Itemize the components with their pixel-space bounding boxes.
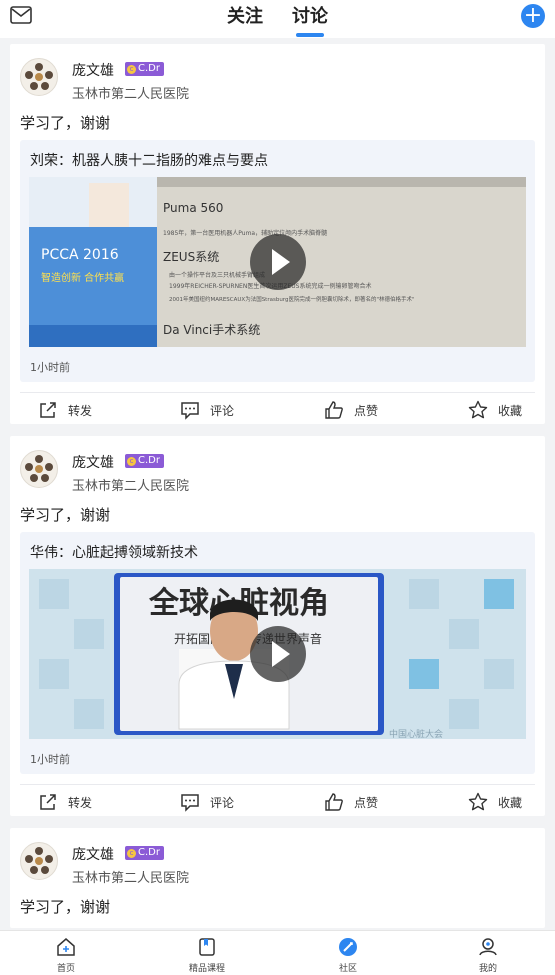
top-bar: 关注 讨论 +: [0, 0, 555, 38]
author-name[interactable]: 庞文雄: [72, 60, 114, 80]
profile-icon: [479, 938, 497, 956]
comment-icon: [181, 402, 199, 420]
share-icon: [40, 794, 56, 810]
author-name[interactable]: 庞文雄: [72, 844, 114, 864]
svg-text:ZEUS系统: ZEUS系统: [163, 250, 219, 264]
svg-text:由一个操作平台及三只机械手臂组成: 由一个操作平台及三只机械手臂组成: [169, 271, 265, 279]
bottom-nav: 首页 精品课程 社区 我的: [0, 930, 555, 975]
nav-community[interactable]: 社区: [308, 936, 388, 974]
star-icon: [468, 792, 488, 811]
play-icon[interactable]: [250, 626, 306, 682]
shared-video-card[interactable]: 刘荣：机器人胰十二指肠的难点与要点 PCCA 2016 智造创新 合作共赢 Pu…: [20, 140, 535, 382]
home-icon: [57, 938, 75, 956]
forward-button[interactable]: 转发: [38, 398, 92, 422]
avatar[interactable]: [20, 450, 58, 488]
post-time: 1小时前: [30, 753, 70, 766]
avatar[interactable]: [20, 58, 58, 96]
tab-follow[interactable]: 关注: [227, 2, 263, 28]
shared-video-card[interactable]: 华伟：心脏起搏领域新技术 全球心脏视角 开拓国际视野 传递世界声音: [20, 532, 535, 774]
favorite-button[interactable]: 收藏: [468, 398, 522, 422]
svg-text:Puma 560: Puma 560: [163, 201, 223, 215]
doctor-badge: c C.Dr: [125, 454, 164, 468]
post-card[interactable]: 庞文雄 c C.Dr 玉林市第二人民医院 学习了，谢谢 华伟：心脏起搏领域新技术 …: [10, 436, 545, 816]
favorite-button[interactable]: 收藏: [468, 790, 522, 814]
doctor-badge: c C.Dr: [125, 62, 164, 76]
nav-profile[interactable]: 我的: [448, 936, 528, 974]
course-icon: [199, 938, 215, 956]
coin-icon: c: [127, 457, 136, 466]
star-icon: [468, 400, 488, 419]
tab-bar: 关注 讨论: [0, 2, 555, 37]
divider: [20, 392, 535, 393]
author-hospital: 玉林市第二人民医院: [72, 479, 190, 494]
shared-title[interactable]: 华伟：心脏起搏领域新技术: [30, 542, 198, 562]
thumbs-up-icon: [325, 793, 343, 811]
community-icon: [339, 938, 357, 956]
coin-icon: c: [127, 65, 136, 74]
comment-icon: [181, 794, 199, 812]
post-time: 1小时前: [30, 361, 70, 374]
svg-text:1985年，第一台医用机器人Puma，辅助定位颅内手术脑脊髓: 1985年，第一台医用机器人Puma，辅助定位颅内手术脑脊髓: [163, 229, 327, 237]
nav-home[interactable]: 首页: [26, 936, 106, 974]
like-button[interactable]: 点赞: [324, 790, 378, 814]
post-text: 学习了，谢谢: [20, 898, 111, 916]
like-button[interactable]: 点赞: [324, 398, 378, 422]
video-thumbnail[interactable]: 全球心脏视角 开拓国际视野 传递世界声音 中国心脏大会: [29, 569, 526, 739]
svg-text:2001年美国纽约MARESCAUX为法国Strasburg: 2001年美国纽约MARESCAUX为法国Strasburg医院完成一例胆囊切除…: [169, 295, 415, 303]
shared-title[interactable]: 刘荣：机器人胰十二指肠的难点与要点: [30, 150, 268, 170]
post-card[interactable]: 庞文雄 c C.Dr 玉林市第二人民医院 学习了，谢谢: [10, 828, 545, 928]
post-text: 学习了，谢谢: [20, 114, 111, 132]
author-hospital: 玉林市第二人民医院: [72, 871, 190, 886]
share-icon: [40, 402, 56, 418]
svg-text:智造创新 合作共赢: 智造创新 合作共赢: [41, 271, 124, 284]
plus-icon[interactable]: +: [521, 4, 545, 28]
video-thumbnail[interactable]: PCCA 2016 智造创新 合作共赢 Puma 560 1985年，第一台医用…: [29, 177, 526, 347]
svg-text:Da Vinci手术系统: Da Vinci手术系统: [163, 323, 260, 337]
comment-button[interactable]: 评论: [180, 790, 234, 814]
coin-icon: c: [127, 849, 136, 858]
post-card[interactable]: 庞文雄 c C.Dr 玉林市第二人民医院 学习了，谢谢 刘荣：机器人胰十二指肠的难…: [10, 44, 545, 424]
action-bar: 转发 评论 点赞 收藏: [10, 790, 545, 814]
forward-button[interactable]: 转发: [38, 790, 92, 814]
svg-text:PCCA 2016: PCCA 2016: [41, 247, 119, 263]
nav-courses[interactable]: 精品课程: [167, 936, 247, 974]
author-hospital: 玉林市第二人民医院: [72, 87, 190, 102]
thumbs-up-icon: [325, 401, 343, 419]
tab-discussion[interactable]: 讨论: [292, 2, 328, 37]
divider: [20, 784, 535, 785]
svg-text:中国心脏大会: 中国心脏大会: [389, 728, 443, 739]
doctor-badge: c C.Dr: [125, 846, 164, 860]
author-name[interactable]: 庞文雄: [72, 452, 114, 472]
avatar[interactable]: [20, 842, 58, 880]
comment-button[interactable]: 评论: [180, 398, 234, 422]
action-bar: 转发 评论 点赞 收藏: [10, 398, 545, 422]
post-text: 学习了，谢谢: [20, 506, 111, 524]
play-icon[interactable]: [250, 234, 306, 290]
